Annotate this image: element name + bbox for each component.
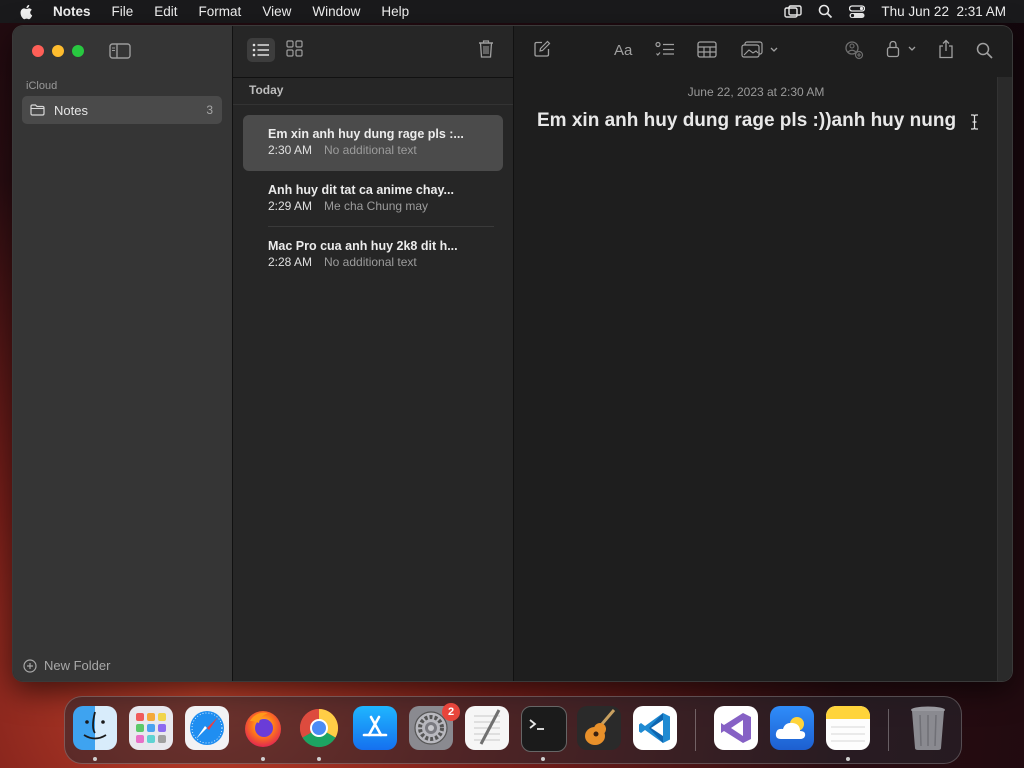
collaborate-icon[interactable]: [844, 40, 864, 60]
vscode-icon[interactable]: [633, 706, 677, 750]
table-icon[interactable]: [697, 41, 717, 58]
note-list: Today Em xin anh huy dung rage pls :... …: [233, 26, 514, 681]
note-list-item[interactable]: Em xin anh huy dung rage pls :... 2:30 A…: [243, 115, 503, 171]
close-button[interactable]: [32, 45, 44, 57]
group-divider: [233, 104, 513, 105]
firefox-icon[interactable]: [241, 706, 285, 750]
minimize-button[interactable]: [52, 45, 64, 57]
note-count-badge: 3: [206, 103, 213, 117]
window-controls: [32, 45, 84, 57]
note-preview: No additional text: [324, 255, 417, 269]
sidebar-toggle-icon[interactable]: [109, 43, 131, 59]
note-list-item[interactable]: Anh huy dit tat ca anime chay... 2:29 AM…: [243, 171, 503, 227]
zoom-button[interactable]: [72, 45, 84, 57]
new-folder-label: New Folder: [44, 658, 111, 673]
media-icon[interactable]: [741, 41, 781, 59]
note-body[interactable]: Em xin anh huy dung rage pls :))anh huy …: [537, 110, 956, 132]
menu-edit[interactable]: Edit: [154, 4, 177, 19]
note-editor: Aa June 22, 2023 at 2:30 AM Em xin anh h…: [514, 26, 1012, 681]
note-list-item[interactable]: Mac Pro cua anh huy 2k8 dit h... 2:28 AM…: [243, 227, 503, 283]
text-cursor-icon: [971, 114, 978, 130]
note-preview: No additional text: [324, 143, 417, 157]
note-title: Anh huy dit tat ca anime chay...: [268, 183, 454, 197]
spotlight-search-icon[interactable]: [818, 4, 833, 19]
dock: 2: [64, 696, 962, 764]
delete-note-icon[interactable]: [478, 39, 494, 59]
sidebar-item-notes[interactable]: Notes 3: [22, 96, 222, 124]
note-time: 2:28 AM: [268, 255, 313, 269]
menu-format[interactable]: Format: [199, 4, 242, 19]
editor-scrollbar[interactable]: [997, 77, 1012, 681]
note-title: Em xin anh huy dung rage pls :...: [268, 127, 464, 141]
note-list-toolbar: [233, 26, 513, 78]
visual-studio-icon[interactable]: [714, 706, 758, 750]
app-store-icon[interactable]: [353, 706, 397, 750]
menu-window[interactable]: Window: [312, 4, 360, 19]
note-title: Mac Pro cua anh huy 2k8 dit h...: [268, 239, 458, 253]
search-icon[interactable]: [976, 42, 993, 59]
gallery-view-icon[interactable]: [286, 40, 303, 57]
compose-icon[interactable]: [533, 40, 551, 58]
folder-icon: [30, 104, 45, 116]
notes-window: iCloud Notes 3 New Folder Today Em xin a…: [13, 26, 1012, 681]
menu-file[interactable]: File: [112, 4, 134, 19]
editor-toolbar: Aa: [514, 26, 1012, 77]
menubar-clock[interactable]: Thu Jun 22 2:31 AM: [881, 4, 1006, 19]
trash-icon[interactable]: [906, 706, 950, 750]
share-icon[interactable]: [938, 39, 954, 59]
icloud-section-label: iCloud: [26, 80, 58, 92]
control-center-icon[interactable]: [849, 4, 866, 19]
note-preview: Me cha Chung may: [324, 199, 429, 213]
notes-icon[interactable]: [826, 706, 870, 750]
plus-circle-icon: [23, 658, 37, 673]
running-indicator: [541, 757, 545, 761]
note-time: 2:30 AM: [268, 143, 313, 157]
list-view-button[interactable]: [247, 38, 275, 62]
launchpad-icon[interactable]: [129, 706, 173, 750]
lock-icon[interactable]: [886, 40, 920, 58]
date-group-label: Today: [249, 83, 284, 97]
menu-bar: Notes File Edit Format View Window Help …: [0, 0, 1024, 23]
notification-badge: 2: [442, 703, 460, 721]
list-icon: [252, 43, 269, 57]
sidebar-item-label: Notes: [54, 102, 88, 118]
dock-separator: [695, 709, 696, 751]
new-folder-button[interactable]: New Folder: [23, 658, 110, 673]
running-indicator: [317, 757, 321, 761]
finder-icon[interactable]: [73, 706, 117, 750]
checklist-icon[interactable]: [655, 41, 675, 59]
menu-view[interactable]: View: [262, 4, 291, 19]
chrome-icon[interactable]: [297, 706, 341, 750]
running-indicator: [261, 757, 265, 761]
menu-help[interactable]: Help: [381, 4, 409, 19]
note-time: 2:29 AM: [268, 199, 313, 213]
textedit-icon[interactable]: [465, 706, 509, 750]
apple-menu-icon[interactable]: [18, 3, 36, 21]
sidebar: iCloud Notes 3 New Folder: [13, 26, 233, 681]
format-text-icon[interactable]: Aa: [614, 42, 632, 59]
menu-app-name[interactable]: Notes: [53, 4, 91, 19]
running-indicator: [93, 757, 97, 761]
screen-mirroring-icon[interactable]: [784, 4, 803, 19]
safari-icon[interactable]: [185, 706, 229, 750]
terminal-icon[interactable]: [521, 706, 567, 752]
running-indicator: [846, 757, 850, 761]
weather-icon[interactable]: [770, 706, 814, 750]
garageband-icon[interactable]: [577, 706, 621, 750]
note-date: June 22, 2023 at 2:30 AM: [687, 85, 825, 99]
dock-separator: [888, 709, 889, 751]
